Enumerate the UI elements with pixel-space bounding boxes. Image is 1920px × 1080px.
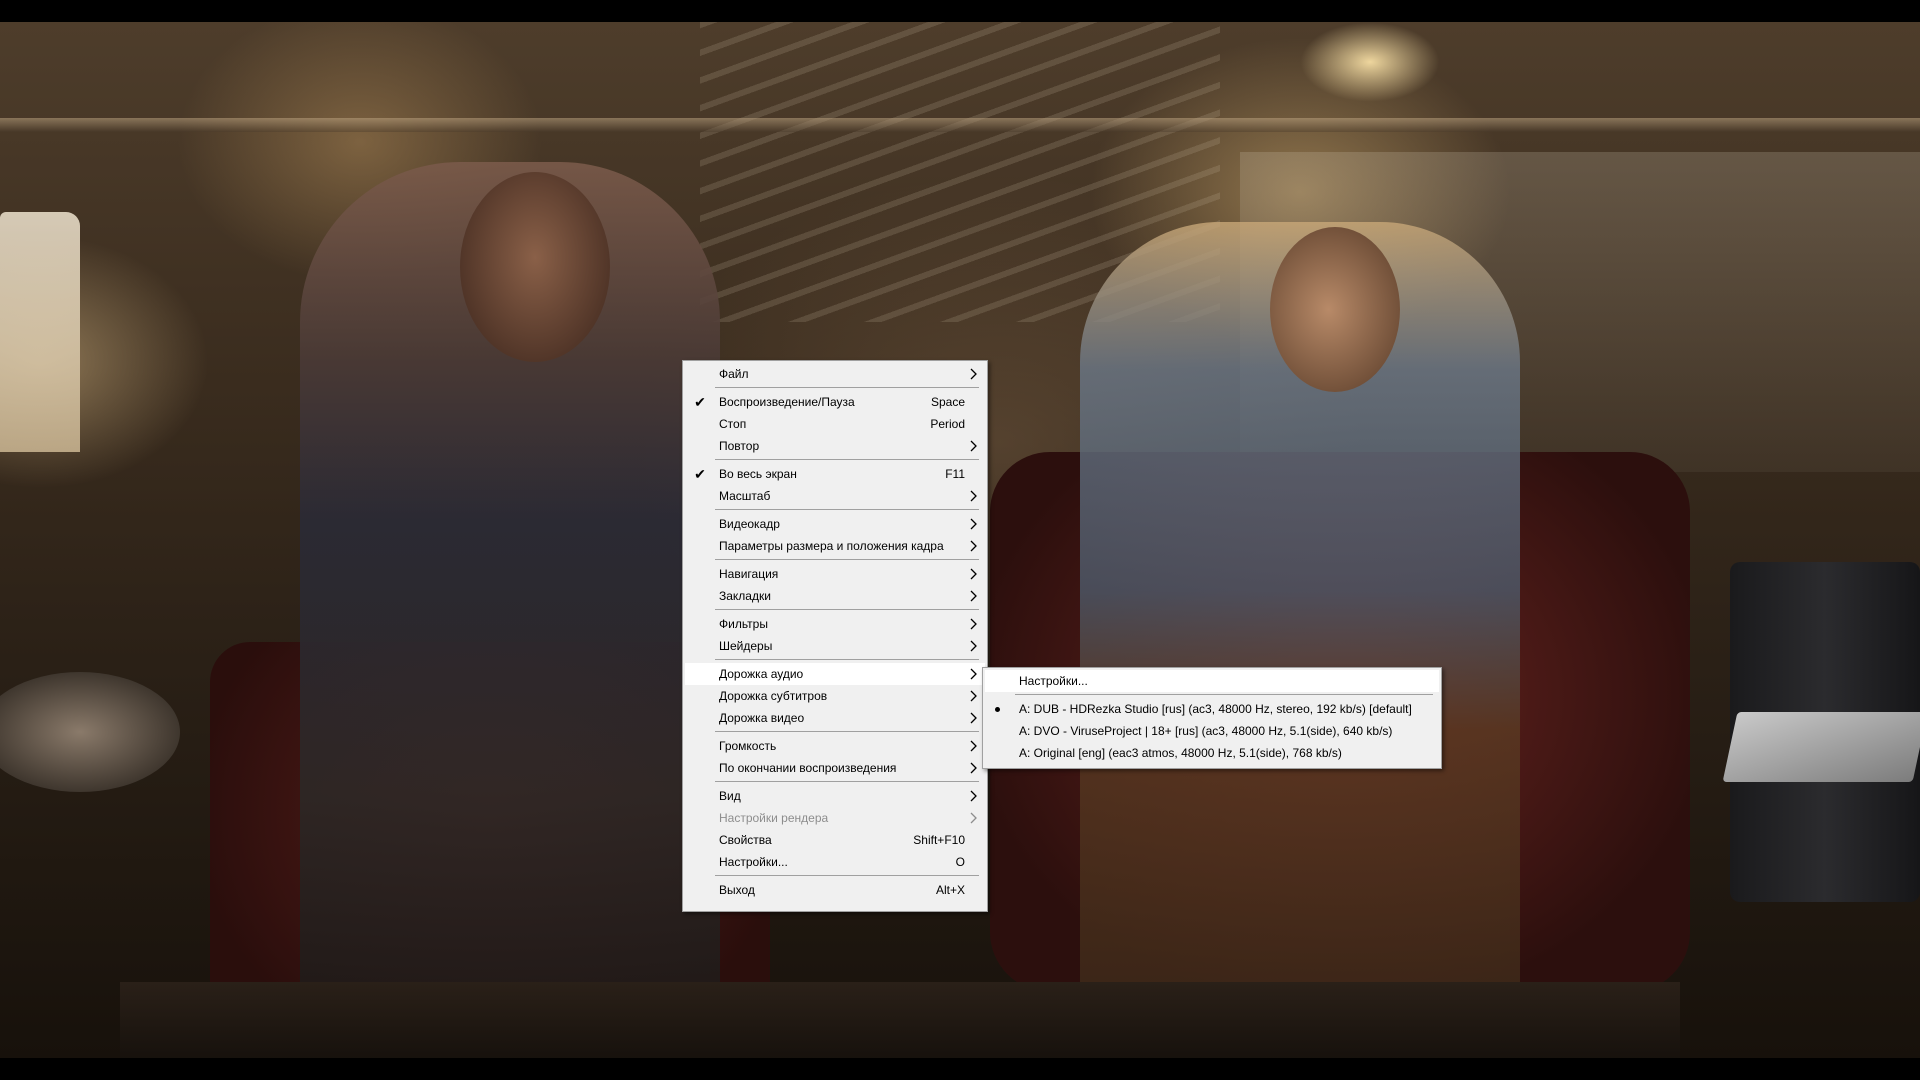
scene-front-table [120, 982, 1680, 1058]
menu-item-settings[interactable]: Настройки... O [685, 851, 985, 873]
menu-item-label: Громкость [719, 739, 777, 753]
audio-track-option[interactable]: A: DVO - ViruseProject | 18+ [rus] (ac3,… [985, 720, 1439, 742]
menu-separator [715, 875, 979, 876]
menu-item-zoom[interactable]: Масштаб [685, 485, 985, 507]
menu-item-label: Выход [719, 883, 755, 897]
menu-item-label: Во весь экран [719, 467, 797, 481]
menu-item-filters[interactable]: Фильтры [685, 613, 985, 635]
chevron-right-icon [970, 490, 977, 502]
menu-separator [1015, 694, 1433, 695]
menu-item-shortcut: Shift+F10 [913, 833, 965, 847]
scene-person-right-head [1270, 227, 1400, 392]
menu-item-video-track[interactable]: Дорожка видео [685, 707, 985, 729]
menu-item-audio-track[interactable]: Дорожка аудио [685, 663, 985, 685]
menu-separator [715, 459, 979, 460]
chevron-right-icon [970, 640, 977, 652]
menu-item-bookmarks[interactable]: Закладки [685, 585, 985, 607]
menu-item-label: Навигация [719, 567, 779, 581]
audio-track-label: A: Original [eng] (eac3 atmos, 48000 Hz,… [1019, 746, 1342, 760]
chevron-right-icon [970, 540, 977, 552]
menu-item-label: Настройки... [719, 855, 788, 869]
menu-separator [715, 609, 979, 610]
chevron-right-icon [970, 812, 977, 824]
chevron-right-icon [970, 690, 977, 702]
menu-item-shortcut: Alt+X [935, 883, 965, 897]
menu-item-fullscreen[interactable]: ✔ Во весь экран F11 [685, 463, 985, 485]
menu-item-label: Масштаб [719, 489, 771, 503]
chevron-right-icon [970, 790, 977, 802]
audio-track-submenu: Настройки... A: DUB - HDRezka Studio [ru… [982, 667, 1442, 769]
menu-item-stop[interactable]: Стоп Period [685, 413, 985, 435]
menu-item-label: Файл [719, 367, 749, 381]
menu-item-label: Параметры размера и положения кадра [719, 539, 944, 553]
menu-item-label: По окончании воспроизведения [719, 761, 897, 775]
menu-item-after-playback[interactable]: По окончании воспроизведения [685, 757, 985, 779]
menu-item-shortcut: Period [930, 417, 965, 431]
menu-item-frame-size-position[interactable]: Параметры размера и положения кадра [685, 535, 985, 557]
menu-item-subtitle-track[interactable]: Дорожка субтитров [685, 685, 985, 707]
scene-person-left-head [460, 172, 610, 362]
chevron-right-icon [970, 668, 977, 680]
menu-item-label: Шейдеры [719, 639, 773, 653]
chevron-right-icon [970, 590, 977, 602]
menu-separator [715, 559, 979, 560]
menu-item-shaders[interactable]: Шейдеры [685, 635, 985, 657]
menu-item-label: Свойства [719, 833, 772, 847]
check-icon: ✔ [694, 394, 706, 410]
scene-laptop [1722, 712, 1920, 782]
menu-item-render-settings: Настройки рендера [685, 807, 985, 829]
audio-track-option[interactable]: A: Original [eng] (eac3 atmos, 48000 Hz,… [985, 742, 1439, 764]
menu-item-label: Вид [719, 789, 741, 803]
menu-item-play-pause[interactable]: ✔ Воспроизведение/Пауза Space [685, 391, 985, 413]
menu-separator [715, 781, 979, 782]
chevron-right-icon [970, 440, 977, 452]
menu-item-label: Дорожка видео [719, 711, 805, 725]
chevron-right-icon [970, 618, 977, 630]
submenu-item-audio-settings[interactable]: Настройки... [985, 670, 1439, 692]
scene-railing [0, 118, 1920, 132]
menu-item-view[interactable]: Вид [685, 785, 985, 807]
chevron-right-icon [970, 568, 977, 580]
submenu-item-label: Настройки... [1019, 674, 1088, 688]
menu-item-file[interactable]: Файл [685, 363, 985, 385]
menu-item-label: Видеокадр [719, 517, 780, 531]
check-icon: ✔ [694, 466, 706, 482]
menu-item-label: Настройки рендера [719, 811, 829, 825]
chevron-right-icon [970, 740, 977, 752]
menu-item-label: Воспроизведение/Пауза [719, 395, 855, 409]
radio-bullet-icon [995, 707, 1000, 712]
menu-item-label: Дорожка аудио [719, 667, 804, 681]
menu-item-label: Повтор [719, 439, 760, 453]
menu-separator [715, 387, 979, 388]
scene-lamp [0, 212, 80, 452]
menu-item-volume[interactable]: Громкость [685, 735, 985, 757]
menu-item-label: Фильтры [719, 617, 768, 631]
context-menu: Файл ✔ Воспроизведение/Пауза Space Стоп … [682, 360, 988, 912]
chevron-right-icon [970, 762, 977, 774]
audio-track-label: A: DVO - ViruseProject | 18+ [rus] (ac3,… [1019, 724, 1393, 738]
menu-item-video-frame[interactable]: Видеокадр [685, 513, 985, 535]
menu-separator [715, 731, 979, 732]
menu-separator [715, 659, 979, 660]
menu-item-shortcut: Space [930, 395, 965, 409]
menu-item-shortcut: O [955, 855, 965, 869]
menu-separator [715, 509, 979, 510]
scene-side-table [0, 672, 180, 792]
menu-item-properties[interactable]: Свойства Shift+F10 [685, 829, 985, 851]
chevron-right-icon [970, 368, 977, 380]
menu-item-label: Закладки [719, 589, 771, 603]
menu-item-label: Стоп [719, 417, 747, 431]
chevron-right-icon [970, 518, 977, 530]
menu-item-repeat[interactable]: Повтор [685, 435, 985, 457]
scene-lamp-glow [1300, 22, 1440, 102]
menu-item-exit[interactable]: Выход Alt+X [685, 879, 985, 901]
menu-item-shortcut: F11 [945, 467, 965, 481]
menu-item-navigation[interactable]: Навигация [685, 563, 985, 585]
audio-track-option[interactable]: A: DUB - HDRezka Studio [rus] (ac3, 4800… [985, 698, 1439, 720]
chevron-right-icon [970, 712, 977, 724]
menu-item-label: Дорожка субтитров [719, 689, 828, 703]
audio-track-label: A: DUB - HDRezka Studio [rus] (ac3, 4800… [1019, 702, 1412, 716]
